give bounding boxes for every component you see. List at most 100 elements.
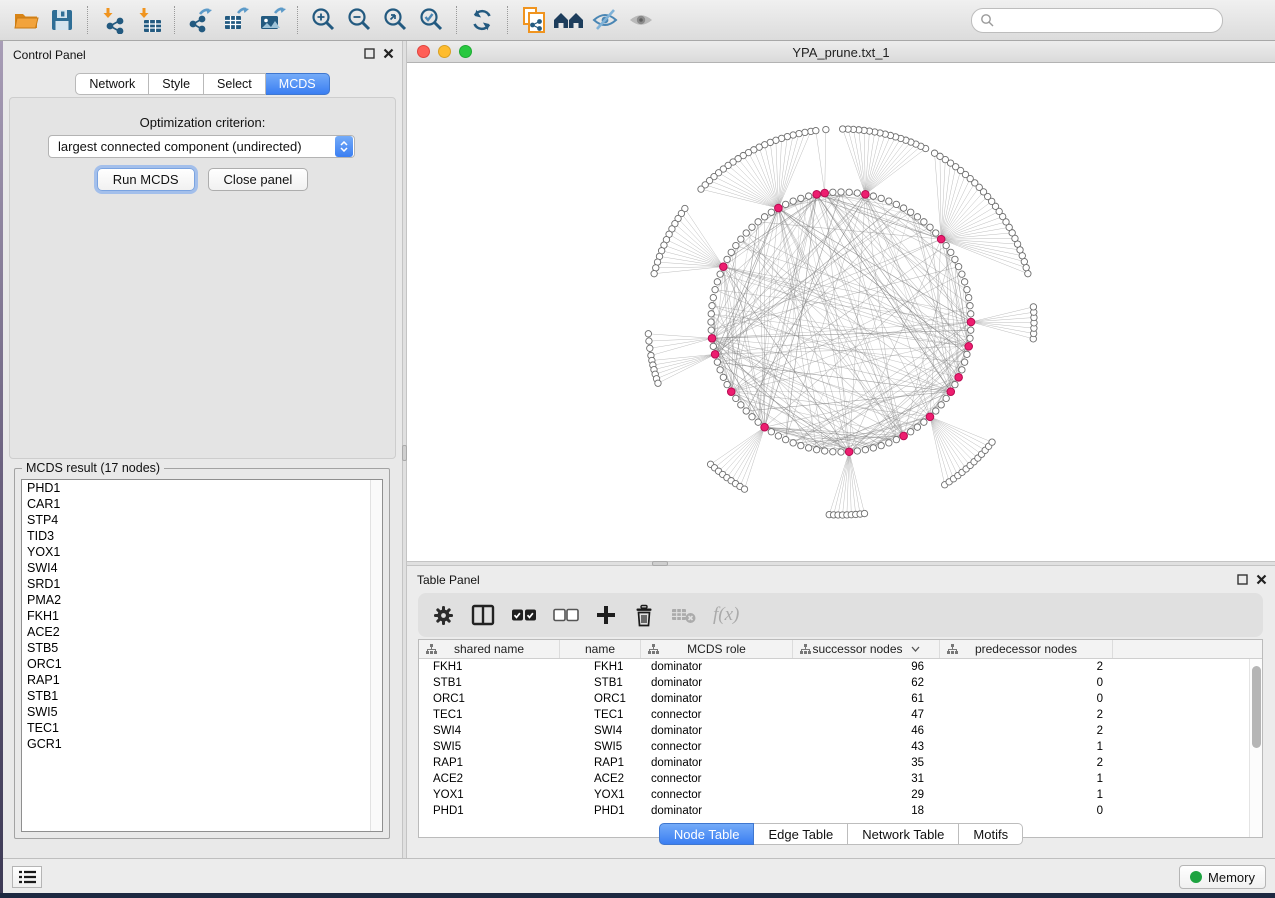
network-node[interactable] xyxy=(708,327,714,333)
network-node[interactable] xyxy=(798,195,804,201)
network-node[interactable] xyxy=(878,442,884,448)
mcds-result-item[interactable]: GCR1 xyxy=(22,736,382,752)
tab-network-table[interactable]: Network Table xyxy=(848,823,959,845)
network-node[interactable] xyxy=(710,294,716,300)
network-node[interactable] xyxy=(830,189,836,195)
network-node[interactable] xyxy=(886,440,892,446)
network-node[interactable] xyxy=(749,224,755,230)
network-node[interactable] xyxy=(838,449,844,455)
mcds-result-item[interactable]: STB5 xyxy=(22,640,382,656)
network-node[interactable] xyxy=(755,219,761,225)
mcds-dominator-node[interactable] xyxy=(965,343,973,351)
select-all-columns-button[interactable] xyxy=(511,600,537,630)
close-panel-button[interactable]: Close panel xyxy=(208,168,309,191)
network-node[interactable] xyxy=(933,408,939,414)
task-history-button[interactable] xyxy=(12,866,42,888)
network-node[interactable] xyxy=(710,343,716,349)
network-node[interactable] xyxy=(790,440,796,446)
network-node[interactable] xyxy=(893,201,899,207)
network-node[interactable] xyxy=(749,414,755,420)
network-node[interactable] xyxy=(862,446,868,452)
mcds-result-item[interactable]: STB1 xyxy=(22,688,382,704)
deselect-all-columns-button[interactable] xyxy=(553,600,579,630)
tab-motifs[interactable]: Motifs xyxy=(959,823,1023,845)
network-node[interactable] xyxy=(733,395,739,401)
mcds-result-item[interactable]: ACE2 xyxy=(22,624,382,640)
open-file-button[interactable] xyxy=(8,3,44,37)
network-node[interactable] xyxy=(938,402,944,408)
export-image-button[interactable] xyxy=(254,3,290,37)
table-row[interactable]: FKH1FKH1dominator962 xyxy=(419,659,1249,675)
create-column-button[interactable] xyxy=(595,600,617,630)
network-node[interactable] xyxy=(886,198,892,204)
mcds-result-item[interactable]: TID3 xyxy=(22,528,382,544)
tab-network[interactable]: Network xyxy=(75,73,149,95)
network-node[interactable] xyxy=(959,271,965,277)
network-node[interactable] xyxy=(967,335,973,341)
import-network-button[interactable] xyxy=(95,3,131,37)
network-node[interactable] xyxy=(724,381,730,387)
mcds-dominator-node[interactable] xyxy=(947,388,955,396)
network-node[interactable] xyxy=(854,190,860,196)
network-node[interactable] xyxy=(1025,270,1031,276)
network-node[interactable] xyxy=(900,205,906,211)
network-node[interactable] xyxy=(1023,264,1029,270)
mcds-dominator-node[interactable] xyxy=(862,191,870,199)
network-node[interactable] xyxy=(961,359,967,365)
show-columns-button[interactable] xyxy=(471,600,495,630)
column-header-name[interactable]: name xyxy=(560,640,641,658)
table-row[interactable]: SWI4SWI4dominator462 xyxy=(419,723,1249,739)
network-node[interactable] xyxy=(943,395,949,401)
network-node[interactable] xyxy=(838,189,844,195)
mcds-dominator-node[interactable] xyxy=(900,432,908,440)
network-node[interactable] xyxy=(813,446,819,452)
network-node[interactable] xyxy=(717,367,723,373)
network-node[interactable] xyxy=(907,209,913,215)
table-row[interactable]: ORC1ORC1dominator610 xyxy=(419,691,1249,707)
network-node[interactable] xyxy=(712,286,718,292)
table-settings-button[interactable] xyxy=(432,600,455,630)
network-node[interactable] xyxy=(741,486,747,492)
close-panel-icon[interactable] xyxy=(383,48,394,59)
network-node[interactable] xyxy=(724,256,730,262)
tab-node-table[interactable]: Node Table xyxy=(659,823,755,845)
table-row[interactable]: ACE2ACE2connector311 xyxy=(419,771,1249,787)
network-node[interactable] xyxy=(823,126,829,132)
table-row[interactable]: YOX1YOX1connector291 xyxy=(419,787,1249,803)
network-node[interactable] xyxy=(830,449,836,455)
network-node[interactable] xyxy=(967,303,973,309)
delete-column-button[interactable] xyxy=(633,600,655,630)
mcds-dominator-node[interactable] xyxy=(720,263,728,271)
network-node[interactable] xyxy=(846,189,852,195)
network-node[interactable] xyxy=(964,286,970,292)
memory-button[interactable]: Memory xyxy=(1179,865,1266,889)
network-node[interactable] xyxy=(728,249,734,255)
import-table-button[interactable] xyxy=(131,3,167,37)
network-node[interactable] xyxy=(955,263,961,269)
network-node[interactable] xyxy=(796,130,802,136)
network-node[interactable] xyxy=(709,303,715,309)
export-network-button[interactable] xyxy=(182,3,218,37)
network-node[interactable] xyxy=(921,419,927,425)
network-node[interactable] xyxy=(927,224,933,230)
network-node[interactable] xyxy=(802,129,808,135)
network-node[interactable] xyxy=(870,193,876,199)
mcds-dominator-node[interactable] xyxy=(821,189,829,197)
mcds-dominator-node[interactable] xyxy=(967,318,975,326)
mcds-dominator-node[interactable] xyxy=(937,235,945,243)
clear-table-button[interactable] xyxy=(671,600,697,630)
mcds-result-item[interactable]: CAR1 xyxy=(22,496,382,512)
show-all-button[interactable] xyxy=(623,3,659,37)
mcds-dominator-node[interactable] xyxy=(727,388,735,396)
network-node[interactable] xyxy=(738,402,744,408)
mcds-dominator-node[interactable] xyxy=(708,334,716,342)
table-row[interactable]: TEC1TEC1connector472 xyxy=(419,707,1249,723)
network-node[interactable] xyxy=(1030,304,1036,310)
network-node[interactable] xyxy=(813,127,819,133)
network-canvas[interactable] xyxy=(407,63,1275,561)
network-node[interactable] xyxy=(948,249,954,255)
column-header-shared-name[interactable]: shared name xyxy=(419,640,560,658)
tab-mcds[interactable]: MCDS xyxy=(266,73,330,95)
mcds-dominator-node[interactable] xyxy=(775,204,783,212)
mcds-dominator-node[interactable] xyxy=(761,423,769,431)
